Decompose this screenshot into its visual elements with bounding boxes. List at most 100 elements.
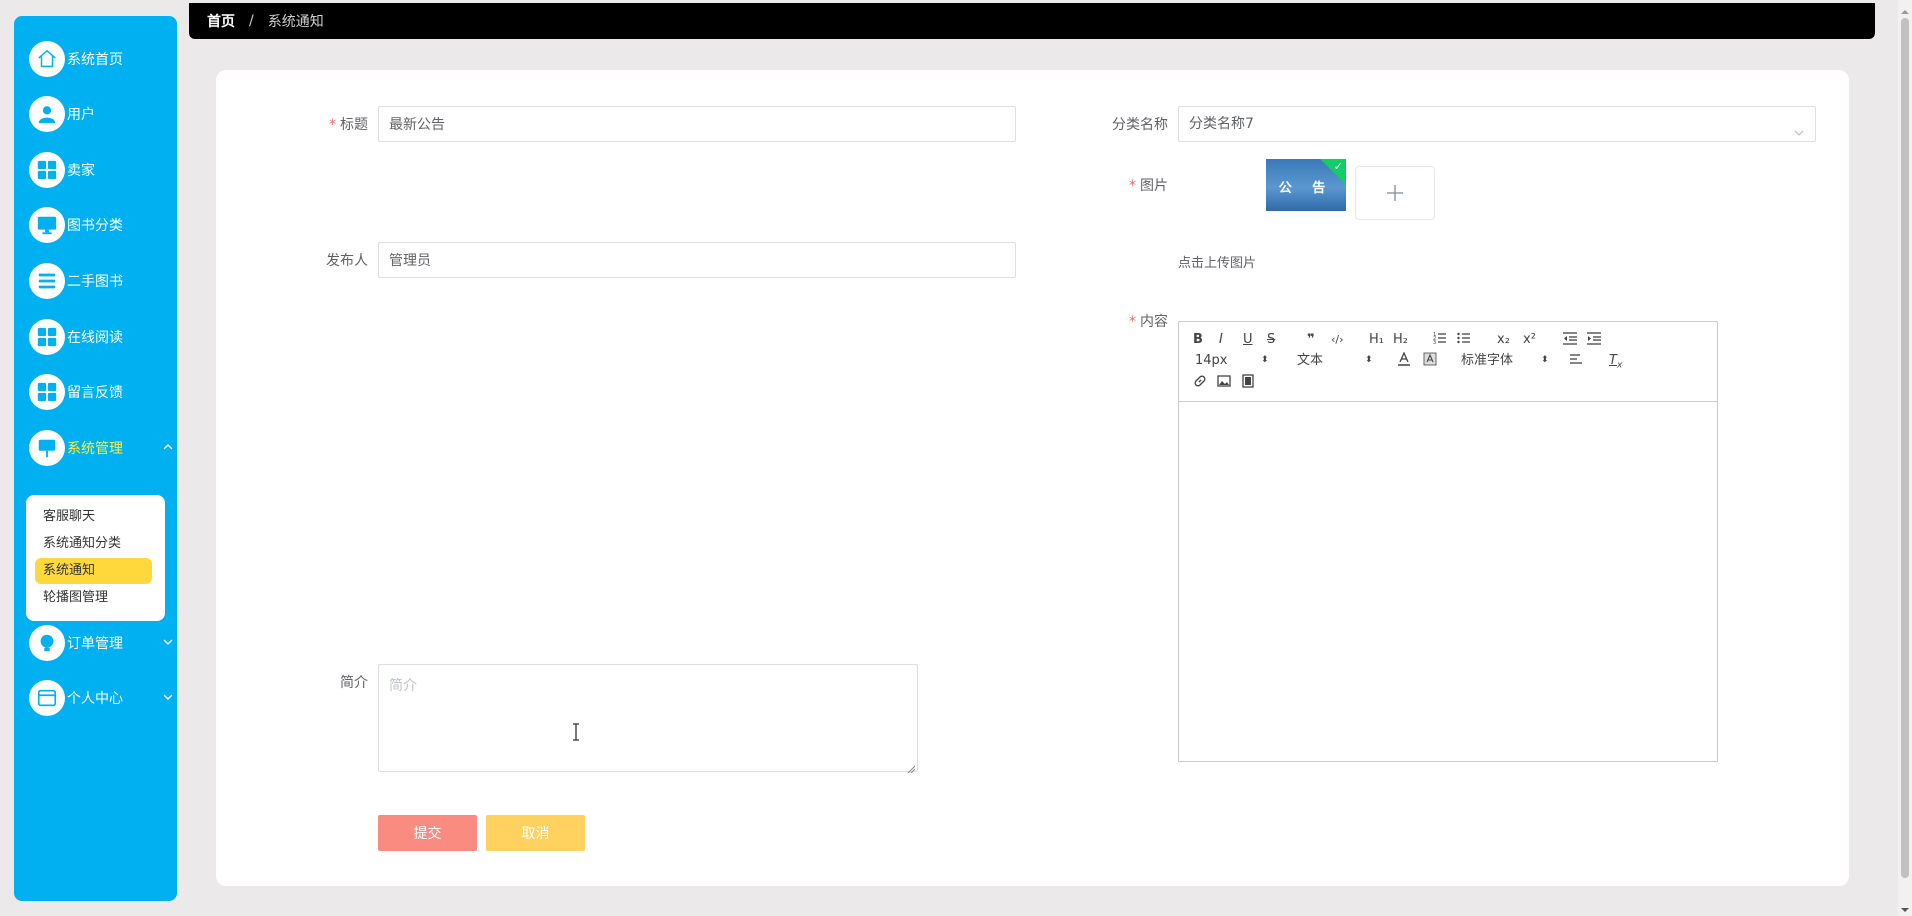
submenu-item-customer-chat[interactable]: 客服聊天	[35, 504, 152, 530]
video-insert-icon[interactable]	[1241, 374, 1255, 392]
sidebar-item-label: 图书分类	[67, 218, 123, 234]
category-select[interactable]: 分类名称7	[1178, 106, 1816, 142]
breadcrumb: 首页 / 系统通知	[189, 3, 1875, 39]
text-cursor-icon	[570, 723, 582, 741]
cancel-button[interactable]: 取消	[486, 815, 585, 851]
upload-button[interactable]	[1355, 166, 1435, 220]
sidebar-item-system-management[interactable]: 系统管理	[29, 428, 173, 468]
rich-text-editor: B I U S ❞ ‹/› H₁ H₂ 123 x₂ x² 14px ⬍ 文本 …	[1178, 321, 1718, 762]
sidebar-item-label: 用户	[67, 107, 95, 123]
submenu-item-notice-category[interactable]: 系统通知分类	[35, 531, 152, 557]
updown-arrow-icon: ⬍	[1261, 355, 1269, 365]
scroll-up-icon[interactable]	[1901, 4, 1909, 14]
chevron-down-icon	[1793, 118, 1805, 136]
breadcrumb-home-link[interactable]: 首页	[207, 11, 235, 31]
grid-icon	[29, 152, 65, 188]
strike-button[interactable]: S	[1267, 331, 1275, 349]
sidebar: 系统首页 用户 卖家 图书分类 二手图书 在线阅读 留言反馈 系统管理 客服聊天…	[14, 16, 177, 901]
submenu-item-carousel[interactable]: 轮播图管理	[35, 585, 152, 611]
subscript-button[interactable]: x₂	[1497, 331, 1510, 349]
chevron-down-icon	[161, 690, 175, 704]
breadcrumb-separator: /	[249, 13, 254, 29]
grid-icon	[29, 319, 65, 355]
bulb-icon	[29, 625, 65, 661]
grid-icon	[29, 374, 65, 410]
header-select[interactable]: 文本	[1297, 352, 1323, 370]
publisher-label: 发布人	[326, 253, 368, 269]
sign-icon	[29, 430, 65, 466]
font-color-icon[interactable]	[1397, 351, 1411, 370]
required-mark: *	[329, 117, 336, 133]
sidebar-item-label: 个人中心	[67, 691, 123, 707]
image-insert-icon[interactable]	[1217, 374, 1231, 392]
h1-button[interactable]: H₁	[1369, 331, 1384, 349]
align-icon[interactable]	[1569, 352, 1583, 370]
outdent-icon[interactable]	[1563, 331, 1577, 349]
chevron-up-icon	[161, 440, 175, 454]
resize-grip-icon[interactable]	[907, 761, 916, 774]
sidebar-item-user[interactable]: 用户	[29, 94, 169, 134]
uploaded-image-thumbnail[interactable]: 公 告 ✓	[1266, 159, 1346, 211]
chevron-down-icon	[161, 635, 175, 649]
updown-arrow-icon: ⬍	[1365, 355, 1373, 365]
publisher-input[interactable]	[378, 242, 1016, 278]
indent-icon[interactable]	[1587, 331, 1601, 349]
intro-placeholder: 简介	[389, 678, 417, 694]
link-icon[interactable]	[1193, 374, 1207, 392]
required-mark: *	[1129, 178, 1136, 194]
sidebar-item-seller[interactable]: 卖家	[29, 150, 169, 190]
title-input[interactable]	[378, 106, 1016, 142]
required-mark: *	[1129, 314, 1136, 330]
ordered-list-icon[interactable]: 123	[1433, 331, 1447, 349]
italic-button[interactable]: I	[1219, 331, 1223, 349]
home-icon	[29, 41, 65, 77]
list-icon	[29, 263, 65, 299]
h2-button[interactable]: H₂	[1393, 331, 1408, 349]
sidebar-item-book-category[interactable]: 图书分类	[29, 205, 169, 245]
clear-format-button[interactable]: Tx	[1609, 352, 1622, 371]
submit-button[interactable]: 提交	[378, 815, 477, 851]
intro-textarea[interactable]: 简介	[378, 664, 918, 774]
sidebar-item-personal-center[interactable]: 个人中心	[29, 678, 173, 718]
sidebar-item-used-books[interactable]: 二手图书	[29, 261, 169, 301]
title-label: * 标题	[329, 117, 368, 133]
card-icon	[29, 680, 65, 716]
category-select-value: 分类名称7	[1189, 116, 1254, 132]
svg-text:3: 3	[1433, 340, 1436, 345]
sidebar-item-label: 在线阅读	[67, 330, 123, 346]
sidebar-item-label: 系统管理	[67, 441, 123, 457]
sidebar-item-label: 订单管理	[67, 636, 123, 652]
scroll-down-icon[interactable]	[1901, 902, 1909, 912]
editor-toolbar: B I U S ❞ ‹/› H₁ H₂ 123 x₂ x² 14px ⬍ 文本 …	[1179, 322, 1717, 402]
user-icon	[29, 96, 65, 132]
sidebar-item-label: 系统首页	[67, 52, 123, 68]
code-button[interactable]: ‹/›	[1331, 331, 1344, 349]
updown-arrow-icon: ⬍	[1541, 355, 1549, 365]
content-label: * 内容	[1129, 314, 1168, 330]
editor-content-area[interactable]	[1179, 402, 1717, 761]
sidebar-item-orders[interactable]: 订单管理	[29, 623, 173, 663]
font-size-select[interactable]: 14px	[1195, 352, 1228, 370]
image-label: * 图片	[1129, 178, 1168, 194]
category-label: 分类名称	[1112, 117, 1168, 133]
background-color-icon[interactable]	[1423, 352, 1437, 370]
breadcrumb-current: 系统通知	[267, 14, 324, 30]
bullet-list-icon[interactable]	[1457, 331, 1471, 349]
submenu-item-system-notice[interactable]: 系统通知	[35, 558, 152, 584]
bold-button[interactable]: B	[1193, 331, 1203, 349]
sidebar-item-home[interactable]: 系统首页	[29, 39, 169, 79]
page-scrollbar[interactable]	[1898, 0, 1912, 916]
quote-button[interactable]: ❞	[1307, 331, 1315, 349]
superscript-button[interactable]: x²	[1523, 331, 1536, 349]
font-family-select[interactable]: 标准字体	[1461, 352, 1513, 370]
intro-label: 简介	[340, 675, 368, 691]
sidebar-item-feedback[interactable]: 留言反馈	[29, 372, 169, 412]
scrollbar-thumb[interactable]	[1901, 18, 1909, 878]
sidebar-item-online-reading[interactable]: 在线阅读	[29, 317, 169, 357]
sidebar-item-label: 卖家	[67, 163, 95, 179]
thumbnail-text: 公 告	[1278, 181, 1334, 196]
underline-button[interactable]: U	[1243, 331, 1253, 349]
monitor-icon	[29, 207, 65, 243]
sidebar-item-label: 留言反馈	[67, 385, 123, 401]
upload-tip: 点击上传图片	[1178, 256, 1257, 271]
